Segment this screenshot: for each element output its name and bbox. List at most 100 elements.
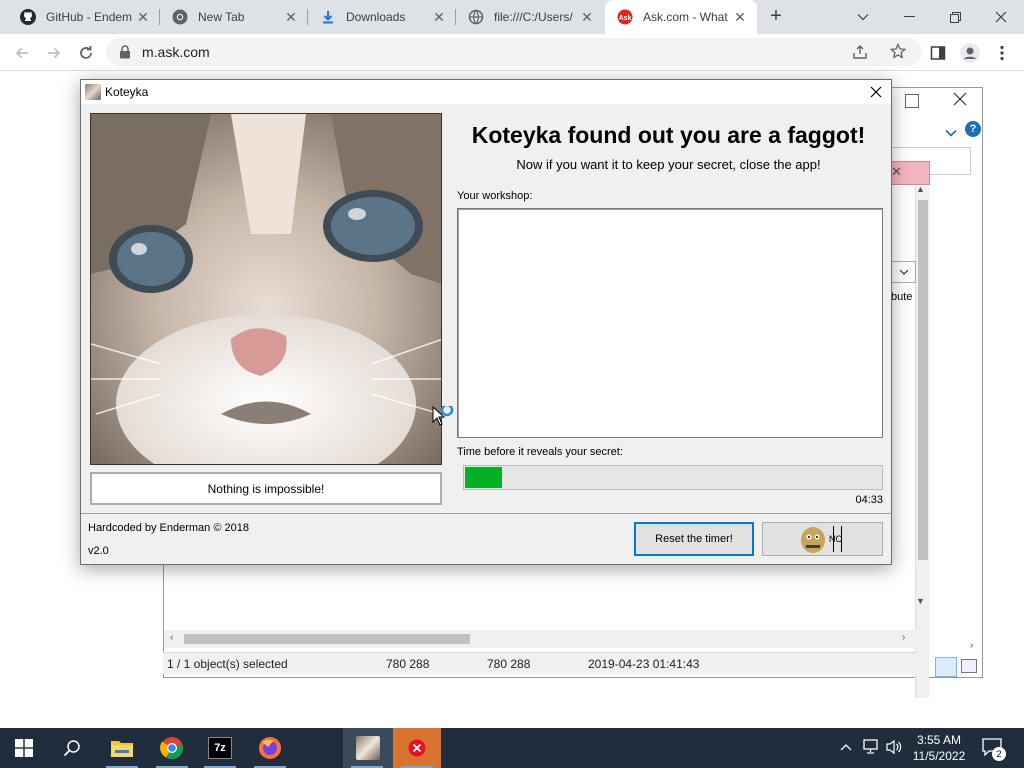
timer-progress-fill [465, 467, 502, 488]
firefox-icon[interactable] [246, 728, 294, 768]
preview-view-icon[interactable] [961, 659, 977, 673]
tab-title: GitHub - Endem [46, 10, 133, 24]
tab-title: file:///C:/Users/ [494, 10, 573, 24]
version-text: v2.0 [88, 545, 109, 557]
dialog-footer: Hardcoded by Enderman © 2018 v2.0 Reset … [81, 513, 891, 564]
scroll-right-icon[interactable]: › [970, 640, 973, 651]
volume-icon[interactable] [885, 739, 903, 758]
close-tab-icon[interactable]: ✕ [134, 8, 152, 26]
address-bar[interactable]: m.ask.com [106, 38, 922, 66]
minimize-icon[interactable] [886, 0, 932, 34]
close-tab-icon[interactable]: ✕ [430, 8, 448, 26]
browser-tab-strip: GitHub - Endem ✕ New Tab ✕ Downloads ✕ f… [0, 0, 1024, 34]
error-app-taskbar-icon[interactable] [393, 728, 441, 768]
clock-date: 11/5/2022 [912, 749, 966, 763]
baldi-button-text: NO [829, 534, 843, 544]
restore-icon[interactable] [932, 0, 978, 34]
scrollbar-thumb[interactable] [184, 634, 470, 644]
reload-icon[interactable] [72, 39, 100, 67]
tab-github[interactable]: GitHub - Endem ✕ [8, 0, 160, 34]
vertical-scrollbar[interactable] [915, 186, 929, 698]
close-tab-icon[interactable]: ✕ [282, 8, 300, 26]
windows-taskbar: 7z 3:55 AM 11/5/2022 2 [0, 728, 1024, 768]
chrome-icon [172, 9, 188, 25]
dialog-title: Koteyka [105, 85, 149, 99]
network-icon[interactable] [862, 739, 880, 758]
url-text: m.ask.com [142, 44, 210, 60]
koteyka-app-icon [85, 84, 101, 100]
ask-icon: Ask [617, 9, 633, 25]
close-tab-icon[interactable]: ✕ [578, 8, 596, 26]
share-icon[interactable] [852, 44, 868, 63]
chrome-icon[interactable] [148, 728, 196, 768]
tab-title: Ask.com - What [643, 10, 728, 24]
details-view-icon[interactable] [935, 657, 957, 677]
nothing-is-impossible-button[interactable]: Nothing is impossible! [90, 472, 442, 505]
tab-title: New Tab [198, 10, 245, 24]
reset-timer-button[interactable]: Reset the timer! [634, 522, 754, 556]
timer-progress-bar [463, 465, 883, 490]
bookmark-star-icon[interactable] [889, 42, 907, 62]
side-panel-icon[interactable] [924, 39, 952, 67]
dialog-headline: Koteyka found out you are a faggot! [471, 122, 866, 148]
cat-photo [90, 113, 442, 465]
close-icon[interactable] [865, 82, 887, 102]
search-icon[interactable] [48, 728, 96, 768]
status-packed-size: 780 288 [487, 657, 531, 671]
close-icon[interactable]: ✕ [891, 164, 902, 180]
scroll-right-icon[interactable]: › [902, 632, 905, 643]
clock-time: 3:55 AM [916, 733, 962, 747]
show-hidden-icons-icon[interactable] [840, 740, 852, 754]
column-header-partial: bute [891, 291, 913, 303]
github-icon [20, 9, 36, 25]
profile-avatar-icon[interactable] [956, 39, 984, 67]
tab-new-tab[interactable]: New Tab ✕ [160, 0, 308, 34]
timer-label: Time before it reveals your secret: [457, 446, 623, 458]
notification-center-icon[interactable]: 2 [982, 738, 1006, 761]
close-window-icon[interactable] [978, 0, 1024, 34]
help-icon[interactable]: ? [965, 121, 981, 137]
koteyka-icon [356, 736, 380, 760]
tab-search-icon[interactable] [840, 0, 886, 34]
scroll-down-icon[interactable]: ▼ [916, 596, 925, 606]
back-arrow-icon[interactable] [8, 39, 36, 67]
start-icon[interactable] [0, 728, 48, 768]
maximize-icon[interactable] [905, 94, 919, 108]
scroll-left-icon[interactable]: ‹ [170, 632, 173, 643]
workshop-textbox[interactable] [457, 208, 883, 438]
koteyka-dialog: Koteyka Nothing is impossible! Koteyka f… [80, 79, 892, 565]
credit-text: Hardcoded by Enderman © 2018 [88, 522, 249, 534]
koteyka-taskbar-icon[interactable] [343, 728, 393, 768]
dialog-title-bar[interactable]: Koteyka [81, 80, 891, 104]
workshop-label: Your workshop: [457, 190, 533, 202]
7zip-icon[interactable]: 7z [196, 728, 244, 768]
horizontal-scrollbar[interactable]: ‹ › [164, 630, 917, 648]
globe-icon [468, 9, 484, 25]
baldi-no-button[interactable]: NO [762, 522, 883, 556]
scroll-up-icon[interactable]: ▲ [916, 184, 925, 194]
status-selected: 1 / 1 object(s) selected [167, 657, 288, 671]
notification-count-badge: 2 [992, 747, 1006, 761]
timer-value: 04:33 [855, 494, 883, 506]
file-explorer-icon[interactable] [98, 728, 146, 768]
browser-toolbar: m.ask.com [0, 34, 1024, 71]
status-size: 780 288 [386, 657, 430, 671]
dialog-subtitle: Now if you want it to keep your secret, … [516, 157, 821, 172]
error-icon [408, 739, 426, 757]
browser-menu-icon[interactable] [988, 39, 1016, 67]
new-tab-button[interactable]: + [766, 6, 786, 27]
chevron-down-icon[interactable] [945, 126, 957, 140]
close-icon[interactable] [953, 92, 967, 109]
system-clock[interactable]: 3:55 AM 11/5/2022 [908, 732, 970, 764]
close-tab-icon[interactable]: ✕ [731, 8, 749, 26]
tab-ask[interactable]: Ask Ask.com - What ✕ [605, 0, 757, 34]
lock-icon[interactable] [119, 45, 131, 62]
dropdown-chevron-icon[interactable] [891, 261, 916, 283]
svg-text:Ask: Ask [619, 15, 632, 22]
scrollbar-thumb[interactable] [918, 200, 928, 560]
mouse-cursor-icon [432, 403, 456, 433]
tab-file[interactable]: file:///C:/Users/ ✕ [456, 0, 604, 34]
forward-arrow-icon[interactable] [40, 39, 68, 67]
status-bar: 1 / 1 object(s) selected 780 288 780 288… [163, 652, 916, 674]
tab-downloads[interactable]: Downloads ✕ [308, 0, 456, 34]
